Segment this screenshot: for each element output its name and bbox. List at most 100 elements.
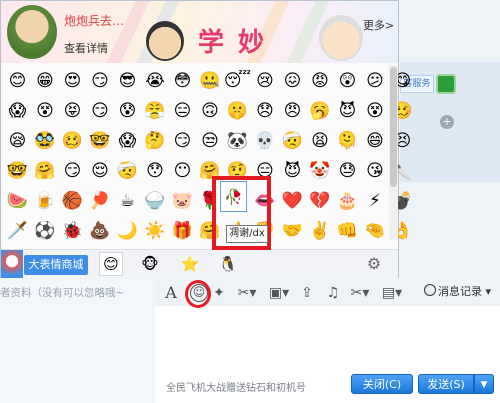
emoji-cell[interactable]: 🥸 bbox=[32, 126, 59, 155]
emoji-cell[interactable]: 😊 bbox=[4, 66, 31, 95]
emoji-cell[interactable]: 🍺 bbox=[32, 186, 59, 215]
emoji-cell[interactable]: 🎁 bbox=[169, 216, 196, 245]
emoji-cell[interactable]: 😪 bbox=[4, 126, 31, 155]
screenshot-icon[interactable]: ✂▾ bbox=[234, 283, 260, 303]
emoji-cell[interactable]: 💔 bbox=[307, 186, 334, 215]
emoji-cell[interactable]: 🤐 bbox=[197, 66, 224, 95]
emoji-cell[interactable]: 😳 bbox=[169, 66, 196, 95]
emoji-cell[interactable]: 🍚 bbox=[142, 186, 169, 215]
emoji-cell[interactable]: 🤔 bbox=[142, 126, 169, 155]
emoji-cell[interactable]: 🏓 bbox=[87, 186, 114, 215]
emoji-cell[interactable]: 😞 bbox=[252, 96, 279, 125]
image-icon[interactable]: ▣▾ bbox=[266, 283, 292, 303]
emoji-cell[interactable]: 🤡 bbox=[307, 156, 334, 185]
emoji-cell[interactable]: 😵 bbox=[32, 96, 59, 125]
emoji-cell[interactable]: ⚽ bbox=[32, 216, 59, 245]
scissors-icon[interactable]: ✂▾ bbox=[347, 283, 373, 303]
emoji-cell[interactable]: 🤝 bbox=[279, 216, 306, 245]
emoji-cell[interactable]: 🐞 bbox=[59, 216, 86, 245]
promo-banner[interactable]: 炮炮兵去… 查看详情 学妙 更多> bbox=[1, 1, 398, 63]
music-icon[interactable]: ♫ bbox=[325, 283, 341, 303]
tab-favorites[interactable]: ⭐ bbox=[178, 252, 202, 276]
emoji-cell[interactable]: 😱 bbox=[114, 126, 141, 155]
emoji-cell[interactable]: 🤕 bbox=[114, 156, 141, 185]
emoji-cell[interactable]: 😠 bbox=[279, 96, 306, 125]
emoji-cell[interactable]: 🎂 bbox=[334, 186, 361, 215]
send-options-button[interactable]: ▼ bbox=[474, 374, 494, 394]
emoji-cell[interactable]: 🍉 bbox=[4, 186, 31, 215]
emoji-cell[interactable]: 🥴 bbox=[59, 126, 86, 155]
emoji-cell[interactable]: 😍 bbox=[59, 66, 86, 95]
emoji-cell[interactable]: 😯 bbox=[142, 156, 169, 185]
emoji-cell[interactable]: 🐷 bbox=[169, 186, 196, 215]
send-button[interactable]: 发送(S) bbox=[418, 374, 474, 394]
emoji-cell[interactable]: 😝 bbox=[59, 96, 86, 125]
emoji-cell[interactable]: 😲 bbox=[334, 66, 361, 95]
emoji-cell[interactable]: 💩 bbox=[87, 216, 114, 245]
emoji-cell[interactable]: 😏 bbox=[87, 96, 114, 125]
emoji-cell[interactable]: 😶 bbox=[169, 156, 196, 185]
emoji-cell[interactable]: 🤏 bbox=[362, 216, 389, 245]
emoji-cell[interactable]: 🙃 bbox=[197, 96, 224, 125]
emoji-cell[interactable]: 😡 bbox=[307, 66, 334, 95]
emoji-cell[interactable]: 🤓 bbox=[87, 126, 114, 155]
emoji-cell[interactable]: 😈 bbox=[279, 156, 306, 185]
close-button[interactable]: 关闭(C) bbox=[351, 374, 413, 394]
banner-more-link[interactable]: 更多> bbox=[363, 17, 394, 33]
tab-default-emoji[interactable]: 😊 bbox=[99, 252, 123, 276]
emoji-cell[interactable]: 🤫 bbox=[224, 96, 251, 125]
emoji-cell[interactable]: ☀️ bbox=[142, 216, 169, 245]
wilted-rose-emoji-selected[interactable]: 🥀 bbox=[220, 181, 247, 212]
emoji-cell[interactable]: 👊 bbox=[334, 216, 361, 245]
promo-text[interactable]: 全民飞机大战赠送钻石和初机号 bbox=[166, 379, 306, 394]
emoji-cell[interactable]: 😱 bbox=[4, 96, 31, 125]
emoji-cell[interactable]: 🫠 bbox=[334, 126, 361, 155]
emoji-cell[interactable]: 🐼 bbox=[224, 126, 251, 155]
emoji-cell[interactable]: 😑 bbox=[169, 96, 196, 125]
emoji-cell[interactable]: 🥱 bbox=[307, 96, 334, 125]
message-history-button[interactable]: 消息记录 ▾ bbox=[424, 283, 491, 299]
app-icon[interactable] bbox=[436, 74, 456, 94]
emoji-cell[interactable]: 🗡️ bbox=[4, 216, 31, 245]
tab-monkey-emoji[interactable]: 🐵 bbox=[138, 252, 162, 276]
emoji-cell[interactable]: 🤗 bbox=[32, 156, 59, 185]
emoji-cell[interactable]: 😒 bbox=[197, 126, 224, 155]
emoji-cell[interactable]: 😏 bbox=[87, 66, 114, 95]
emoji-cell[interactable]: 😵 bbox=[362, 96, 389, 125]
gear-icon[interactable]: ⚙ bbox=[365, 254, 383, 273]
font-icon[interactable]: A bbox=[164, 283, 178, 303]
emoji-cell[interactable]: 😎 bbox=[114, 66, 141, 95]
emoji-cell[interactable]: 😭 bbox=[142, 66, 169, 95]
emoji-cell[interactable]: 😖 bbox=[279, 66, 306, 95]
emoji-cell[interactable]: 🤓 bbox=[4, 156, 31, 185]
emoji-cell[interactable]: ⚡ bbox=[362, 186, 389, 215]
tab-qq-emoji[interactable]: 🐧 bbox=[216, 252, 240, 276]
emoji-cell[interactable]: 😤 bbox=[142, 96, 169, 125]
more-tools-icon[interactable]: ▤▾ bbox=[379, 283, 405, 303]
zoom-in-icon[interactable]: + bbox=[440, 115, 454, 129]
emoji-scrollbar[interactable] bbox=[389, 65, 398, 240]
emoji-cell[interactable]: ❤️ bbox=[279, 186, 306, 215]
emoji-cell[interactable]: 🏀 bbox=[59, 186, 86, 215]
emoji-cell[interactable]: 😏 bbox=[59, 156, 86, 185]
magic-wand-icon[interactable]: ✦ bbox=[210, 283, 228, 303]
emoji-cell[interactable]: 😌 bbox=[87, 156, 114, 185]
emoji-cell[interactable]: 😈 bbox=[334, 96, 361, 125]
emoji-cell[interactable]: 🌙 bbox=[114, 216, 141, 245]
emoji-cell[interactable]: 😓 bbox=[334, 156, 361, 185]
emoji-cell[interactable]: 😏 bbox=[169, 126, 196, 155]
emoji-cell[interactable]: 😢 bbox=[252, 66, 279, 95]
emoji-cell[interactable]: ☕ bbox=[114, 186, 141, 215]
emoji-cell[interactable]: 😘 bbox=[362, 156, 389, 185]
scrollbar-thumb[interactable] bbox=[390, 67, 397, 187]
emoji-cell[interactable]: 🤕 bbox=[279, 126, 306, 155]
emoji-cell[interactable]: 😕 bbox=[362, 66, 389, 95]
emoji-cell[interactable]: 😰 bbox=[114, 96, 141, 125]
emoji-cell[interactable]: ✌️ bbox=[307, 216, 334, 245]
emoji-store-button[interactable]: 大表情商城 bbox=[24, 255, 88, 275]
emoji-cell[interactable]: 💀 bbox=[252, 126, 279, 155]
emoji-cell[interactable]: 😄 bbox=[362, 126, 389, 155]
emoji-cell[interactable]: 😫 bbox=[307, 126, 334, 155]
emoji-cell[interactable]: 😁 bbox=[32, 66, 59, 95]
emoji-cell[interactable]: 😴 bbox=[224, 66, 251, 95]
